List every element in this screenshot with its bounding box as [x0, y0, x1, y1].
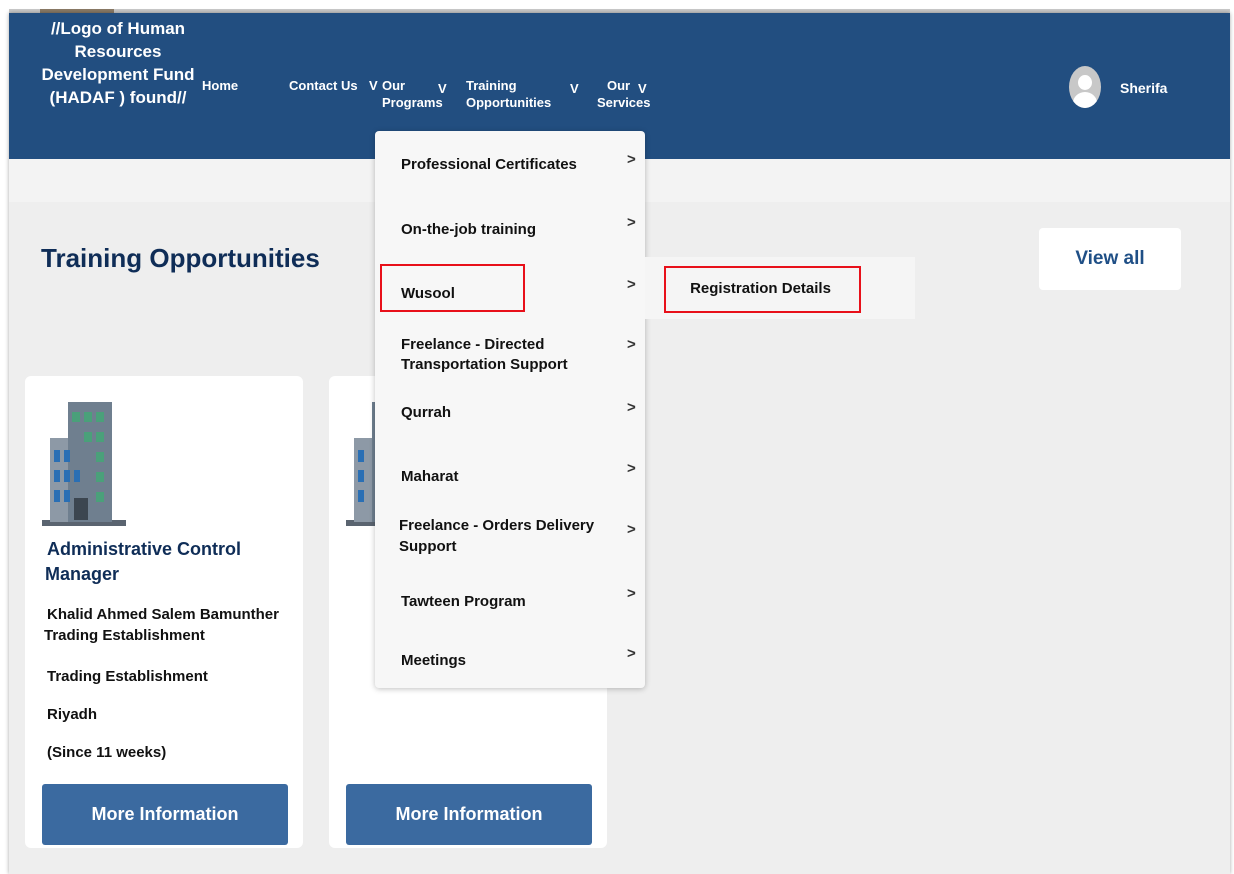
menu-item-label: Maharat [401, 468, 459, 485]
avatar-body [1073, 92, 1097, 108]
job-title-line2[interactable]: Manager [45, 562, 119, 587]
page-frame: //Logo of Human Resources Development Fu… [9, 13, 1230, 874]
building-icon [42, 402, 126, 526]
company-name: Khalid Ahmed Salem Bamunther [47, 606, 279, 623]
menu-item-label-line2: Support [399, 538, 457, 555]
chevron-down-icon: V [570, 81, 579, 96]
chevron-right-icon: > [627, 276, 636, 293]
more-information-button[interactable]: More Information [42, 784, 288, 845]
menu-item-label: Professional Certificates [401, 156, 577, 173]
nav-home[interactable]: Home [202, 77, 238, 94]
chevron-right-icon: > [627, 151, 636, 168]
chevron-right-icon: > [627, 214, 636, 231]
menu-item-label: Freelance - Directed [401, 336, 545, 353]
chevron-down-icon: V [638, 81, 647, 96]
menu-item-label: Tawteen Program [401, 593, 526, 610]
menu-item-label: Meetings [401, 652, 467, 669]
user-name[interactable]: Sherifa [1120, 80, 1167, 96]
company-type: Trading Establishment [47, 668, 208, 685]
nav-our-services[interactable]: Our Services V [597, 77, 667, 111]
nav-training-opportunities[interactable]: Training Opportunities V [466, 77, 579, 111]
avatar-head [1078, 75, 1092, 90]
nav-training-line2: Opportunities [466, 95, 552, 110]
chevron-down-icon: V [438, 81, 447, 96]
nav-services-line1: Our [607, 78, 631, 93]
chevron-right-icon: > [627, 521, 636, 538]
company-name-line2: Trading Establishment [44, 627, 205, 644]
chevron-right-icon: > [627, 399, 636, 416]
highlight-box-registration-details [664, 266, 861, 313]
chevron-right-icon: > [627, 460, 636, 477]
nav-services-line2: Services [597, 95, 651, 110]
menu-item-label: On-the-job training [401, 221, 536, 238]
highlight-box-wusool [380, 264, 525, 312]
more-information-button[interactable]: More Information [346, 784, 592, 845]
city: Riyadh [47, 706, 98, 723]
chevron-right-icon: > [627, 585, 636, 602]
menu-item-label: Freelance - Orders Delivery [399, 517, 595, 534]
menu-item-label: Qurrah [401, 404, 452, 421]
nav-training-line1: Training [466, 78, 517, 93]
chevron-down-icon: V [369, 78, 378, 93]
opportunity-card: Administrative Control Manager Khalid Ah… [25, 376, 303, 848]
job-title[interactable]: Administrative Control [47, 537, 241, 562]
page-title: Training Opportunities [41, 243, 320, 273]
posted-since: (Since 11 weeks) [47, 744, 167, 761]
nav-contact-us[interactable]: Contact Us [289, 77, 358, 94]
nav-our-programs[interactable]: Our Programs V V [369, 77, 452, 111]
view-all-button[interactable]: View all [1039, 228, 1181, 290]
chevron-right-icon: > [627, 336, 636, 353]
menu-item-label-line2: Transportation Support [401, 356, 568, 373]
avatar[interactable] [1069, 66, 1101, 108]
programs-dropdown-menu: Professional Certificates > On-the-job t… [375, 131, 645, 688]
chevron-right-icon: > [627, 645, 636, 662]
logo-placeholder[interactable]: //Logo of Human Resources Development Fu… [23, 17, 213, 109]
